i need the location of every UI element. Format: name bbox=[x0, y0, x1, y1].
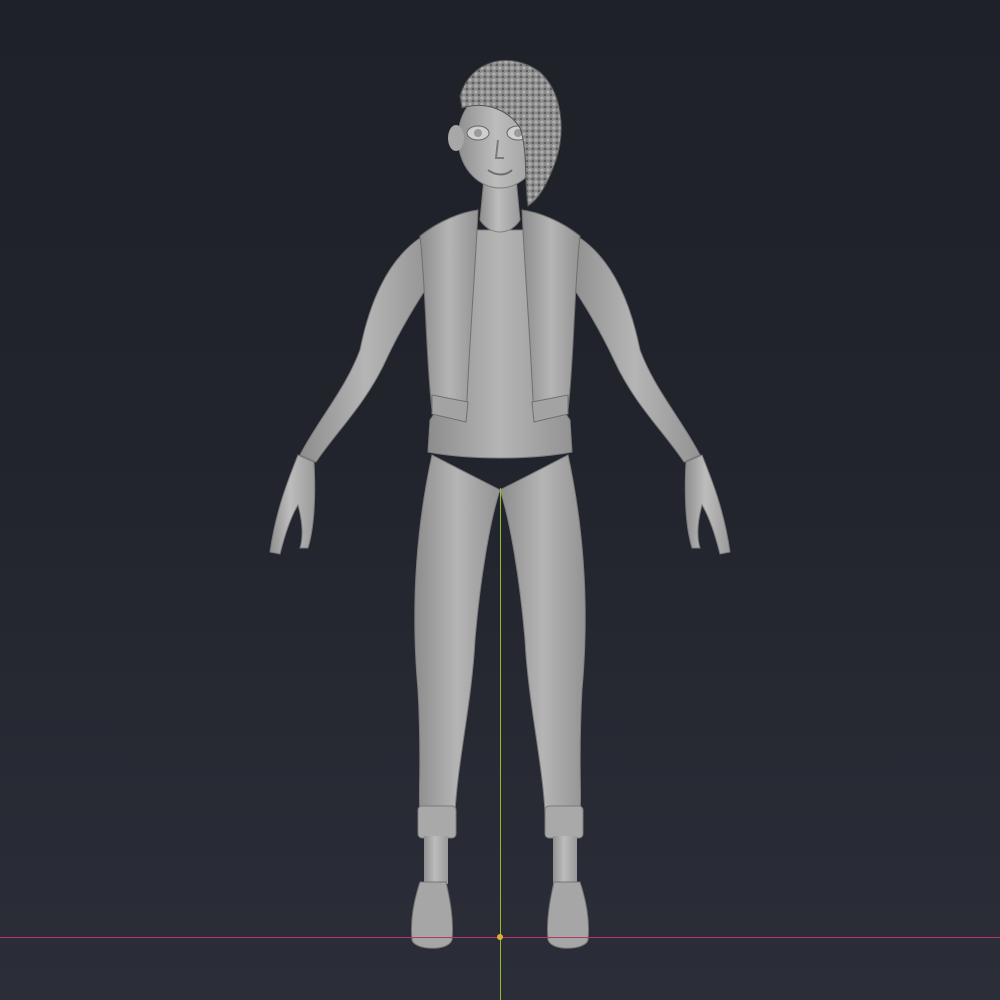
left-leg bbox=[414, 454, 501, 813]
left-ear bbox=[448, 125, 464, 151]
right-cuff bbox=[544, 805, 584, 839]
left-arm bbox=[299, 237, 433, 463]
right-ankle bbox=[553, 836, 577, 884]
right-sneaker bbox=[547, 881, 589, 949]
origin-marker bbox=[497, 934, 503, 940]
right-hand bbox=[684, 454, 731, 555]
y-axis-line bbox=[500, 488, 501, 1000]
left-cuff bbox=[417, 805, 457, 839]
right-leg bbox=[499, 454, 586, 813]
left-hand bbox=[269, 454, 316, 555]
right-arm bbox=[567, 237, 701, 463]
left-sneaker bbox=[411, 881, 453, 949]
3d-viewport[interactable] bbox=[0, 0, 1000, 1000]
left-ankle bbox=[424, 836, 448, 884]
